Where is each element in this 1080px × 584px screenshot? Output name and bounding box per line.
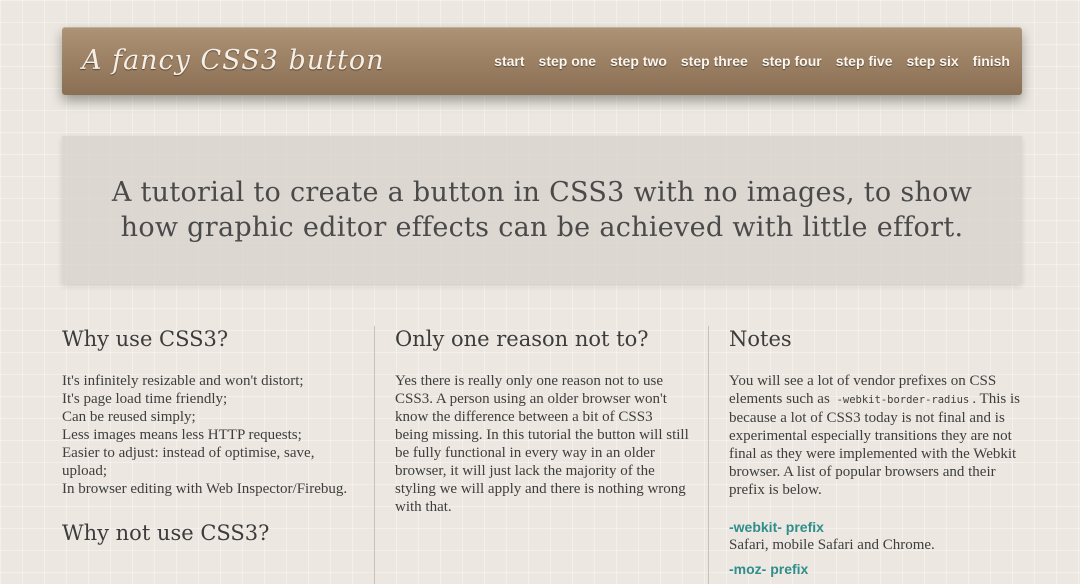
notes-text-after: . This is because a lot of CSS3 today is… <box>729 391 1020 498</box>
why-item: It's infinitely resizable and won't dist… <box>62 373 304 389</box>
why-column: Why use CSS3? It's infinitely resizable … <box>62 318 356 546</box>
notes-column: Notes You will see a lot of vendor prefi… <box>729 318 1023 577</box>
reason-column: Only one reason not to? Yes there is rea… <box>395 318 689 516</box>
inline-code: -webkit-border-radius <box>836 394 970 406</box>
nav-step-one[interactable]: step one <box>539 53 597 69</box>
nav-finish[interactable]: finish <box>973 53 1010 69</box>
nav-step-two[interactable]: step two <box>610 53 667 69</box>
nav-step-six[interactable]: step six <box>907 53 959 69</box>
reason-text: Yes there is really only one reason not … <box>395 373 689 515</box>
hero-panel: A tutorial to create a button in CSS3 wi… <box>62 136 1022 284</box>
moz-prefix-link[interactable]: -moz- prefix <box>729 561 1023 577</box>
why-list: It's infinitely resizable and won't dist… <box>62 372 356 498</box>
notes-text: You will see a lot of vendor prefixes on… <box>729 372 1023 499</box>
nav-step-four[interactable]: step four <box>762 53 822 69</box>
why-item: Can be reused simply; <box>62 409 196 425</box>
column-divider <box>374 326 375 584</box>
webkit-prefix-link[interactable]: -webkit- prefix <box>729 519 1023 535</box>
why-item: It's page load time friendly; <box>62 391 228 407</box>
why-not-title: Why not use CSS3? <box>62 521 270 545</box>
site-header: A fancy CSS3 button start step one step … <box>62 27 1022 95</box>
nav-step-three[interactable]: step three <box>681 53 748 69</box>
why-title: Why use CSS3? <box>62 327 229 351</box>
nav-step-five[interactable]: step five <box>836 53 893 69</box>
webkit-prefix-desc: Safari, mobile Safari and Chrome. <box>729 537 935 553</box>
main-nav: start step one step two step three step … <box>494 53 1010 69</box>
hero-text: A tutorial to create a button in CSS3 wi… <box>111 177 973 243</box>
nav-start[interactable]: start <box>494 53 524 69</box>
why-item: Easier to adjust: instead of optimise, s… <box>62 445 315 479</box>
notes-title: Notes <box>729 327 792 351</box>
column-divider <box>708 326 709 584</box>
reason-title: Only one reason not to? <box>395 327 649 351</box>
why-item: In browser editing with Web Inspector/Fi… <box>62 481 348 497</box>
why-item: Less images means less HTTP requests; <box>62 427 302 443</box>
site-logo[interactable]: A fancy CSS3 button <box>82 45 384 76</box>
